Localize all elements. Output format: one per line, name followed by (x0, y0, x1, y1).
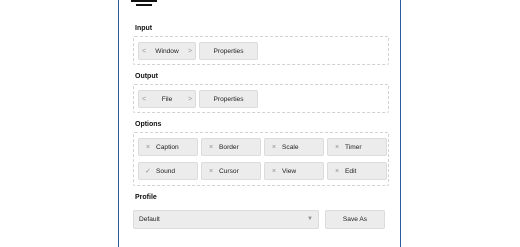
dropdown-arrow-icon[interactable]: ▼ (307, 216, 313, 222)
monitor-icon (131, 0, 157, 6)
chevron-right-icon[interactable]: > (185, 48, 195, 55)
output-group: < File > Properties (133, 84, 389, 113)
save-as-button[interactable]: Save As (325, 210, 385, 229)
input-section-label: Input (135, 25, 153, 32)
option-border-toggle[interactable]: × Border (201, 138, 261, 156)
x-mark-icon: × (208, 167, 214, 175)
x-mark-icon: × (145, 143, 151, 151)
app-window: Input < Window > Properties Output < Fil… (118, 0, 401, 247)
profile-section-label: Profile (135, 194, 157, 201)
option-cursor-toggle[interactable]: × Cursor (201, 162, 261, 180)
chevron-right-icon[interactable]: > (185, 96, 195, 103)
option-timer-toggle[interactable]: × Timer (327, 138, 387, 156)
x-mark-icon: × (334, 143, 340, 151)
input-source-selector[interactable]: < Window > (138, 42, 196, 60)
x-mark-icon: × (334, 167, 340, 175)
output-target-selector[interactable]: < File > (138, 90, 196, 108)
output-target-value: File (161, 95, 173, 103)
x-mark-icon: × (208, 143, 214, 151)
option-edit-toggle[interactable]: × Edit (327, 162, 387, 180)
chevron-left-icon[interactable]: < (139, 96, 149, 103)
output-properties-button[interactable]: Properties (199, 90, 258, 108)
options-group: × Caption × Border × Scale × Timer ✓ Sou… (133, 132, 389, 186)
option-view-toggle[interactable]: × View (264, 162, 324, 180)
option-sound-toggle[interactable]: ✓ Sound (138, 162, 198, 180)
profile-group: Default ▼ Save As (133, 205, 389, 235)
option-caption-toggle[interactable]: × Caption (138, 138, 198, 156)
input-properties-button[interactable]: Properties (199, 42, 258, 60)
input-source-value: Window (155, 47, 179, 55)
checkmark-icon: ✓ (145, 168, 151, 175)
chevron-left-icon[interactable]: < (139, 48, 149, 55)
input-group: < Window > Properties (133, 36, 389, 65)
x-mark-icon: × (271, 167, 277, 175)
window-title-fragment (161, 0, 213, 1)
option-scale-toggle[interactable]: × Scale (264, 138, 324, 156)
profile-dropdown[interactable]: Default ▼ (133, 210, 319, 229)
output-section-label: Output (135, 73, 158, 80)
options-section-label: Options (135, 121, 162, 128)
profile-selected-value: Default (139, 216, 160, 223)
x-mark-icon: × (271, 143, 277, 151)
